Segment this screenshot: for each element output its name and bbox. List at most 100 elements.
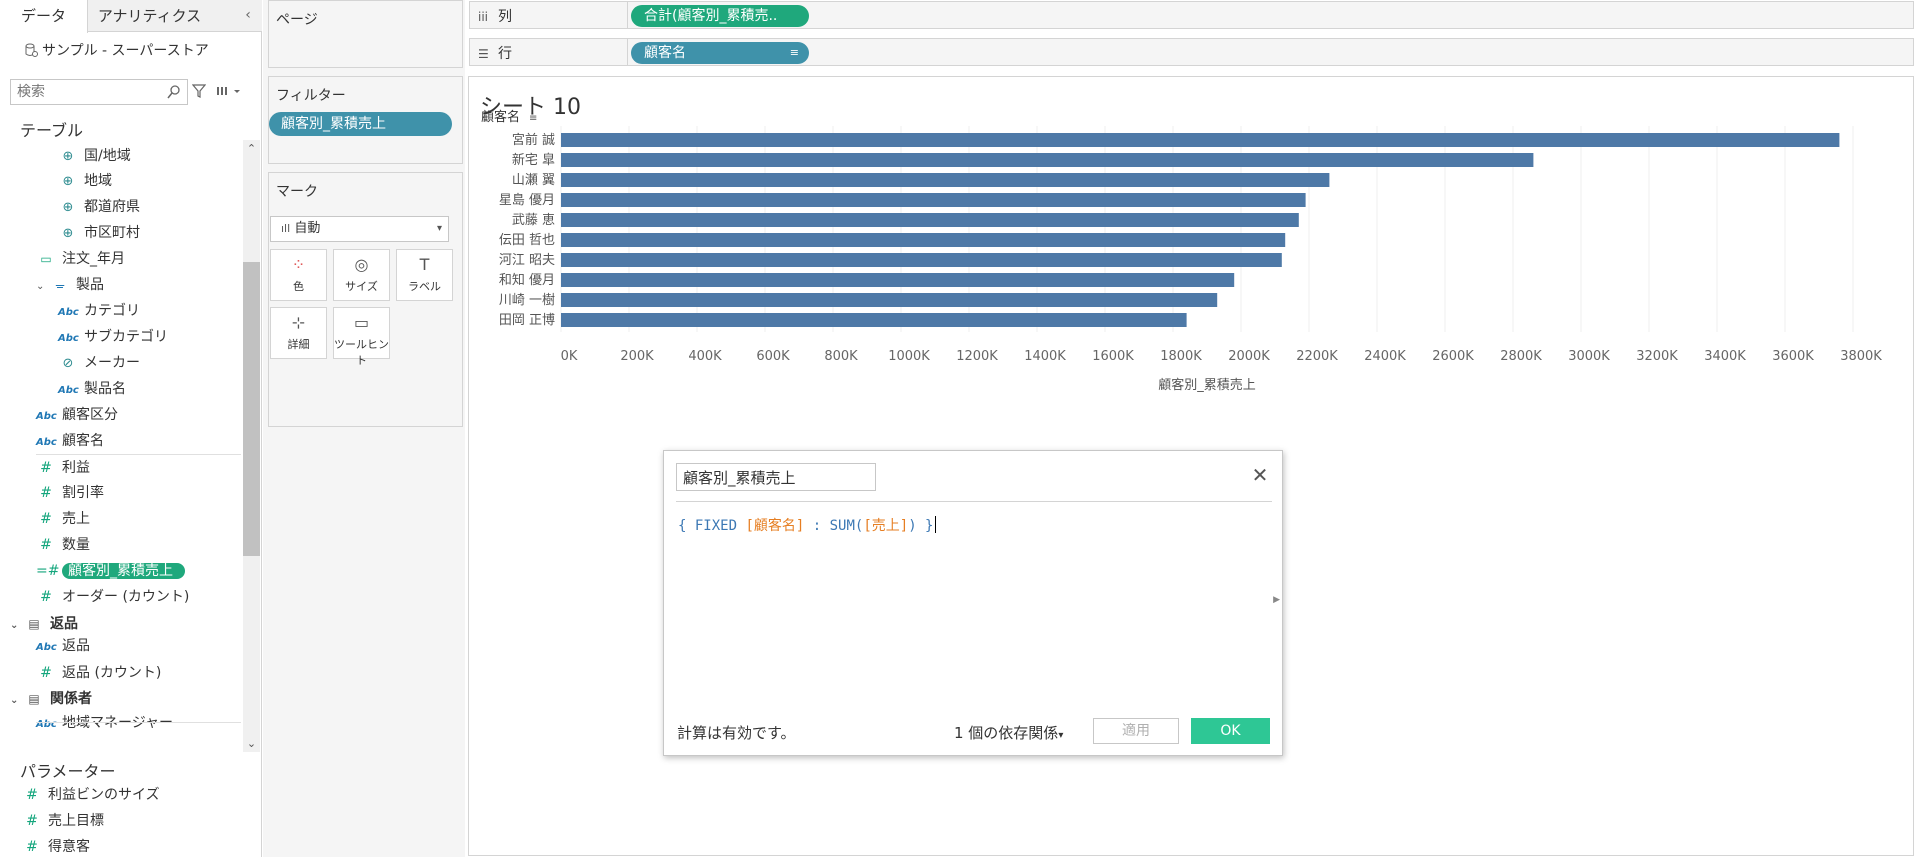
formula-editor[interactable]: { FIXED [顧客名] : SUM([売上]) } — [678, 515, 937, 535]
field-item[interactable]: Abc サブカテゴリ — [58, 325, 168, 349]
field-item[interactable]: ⊕ 国/地域 — [58, 144, 131, 168]
datasource-item[interactable]: サンプル - スーパーストア — [24, 40, 209, 60]
field-label: オーダー (カウント) — [62, 589, 190, 605]
field-item[interactable]: ⊕ 市区町村 — [58, 221, 140, 245]
field-label: 国/地域 — [84, 148, 131, 164]
expand-icon[interactable]: ⌄ — [10, 689, 24, 713]
field-item[interactable]: ⊕ 地域 — [58, 169, 112, 193]
field-item[interactable]: ⌄ ▤ 関係者 — [10, 687, 92, 711]
filter-pill[interactable]: 顧客別_累積売上 — [269, 112, 452, 136]
pages-card[interactable]: ページ — [268, 0, 463, 68]
view-options-icon[interactable] — [216, 84, 244, 98]
mark-button-4[interactable]: ⊹ 詳細 — [270, 307, 327, 359]
mark-type-select[interactable]: ıll 自動 ▾ — [270, 216, 449, 242]
data-pane: データ アナリティクス ‹ サンプル - スーパーストア テーブル ⊕国/地域⊕… — [0, 0, 262, 857]
x-tick-label: 3200K — [1636, 349, 1678, 364]
pane-tabs: データ アナリティクス ‹ — [0, 0, 262, 33]
string-icon: Abc — [58, 333, 79, 344]
field-item[interactable]: ⊘ メーカー — [58, 351, 140, 375]
search-box[interactable] — [10, 79, 188, 105]
filter-icon[interactable] — [192, 84, 206, 98]
mark-button-2[interactable]: ◎ サイズ — [333, 249, 390, 301]
field-list: ⊕ 国/地域 ⊕ 地域 ⊕ 都道府県 ⊕ 市区町村 ▭ 注文_年月 ⌄ ᚚ 製品 Abc カテゴリ Abc サブ… — [0, 140, 262, 752]
chevron-down-icon: ▾ — [436, 223, 442, 234]
x-tick-label: 2800K — [1500, 349, 1542, 364]
rows-shelf-label: ☰ 行 — [478, 43, 512, 63]
apply-button[interactable]: 適用 — [1093, 718, 1179, 744]
field-item[interactable]: # 売上 — [36, 507, 90, 531]
tab-analytics[interactable]: アナリティクス — [92, 0, 207, 32]
x-tick-label: 1800K — [1160, 349, 1202, 364]
parameter-item[interactable]: # 利益ビンのサイズ — [22, 783, 159, 807]
bar — [561, 213, 1299, 227]
mark-button-label: 色 — [293, 280, 304, 293]
mark-button-1[interactable]: ⁘ 色 — [270, 249, 327, 301]
rows-shelf[interactable]: ☰ 行 顧客名 ≡ — [469, 38, 1914, 66]
table-icon: ▤ — [28, 617, 40, 631]
sort-descending-icon[interactable]: ≡ — [790, 42, 799, 64]
category-label: 和知 優月 — [499, 272, 555, 288]
field-item[interactable]: Abc 返品 — [36, 634, 90, 658]
close-icon[interactable]: ✕ — [1250, 465, 1270, 485]
x-tick-label: 1000K — [888, 349, 930, 364]
scroll-up-icon[interactable]: ⌃ — [243, 140, 260, 157]
field-item[interactable]: # 割引率 — [36, 481, 104, 505]
parameter-item[interactable]: # 得意客 — [22, 835, 90, 857]
field-item[interactable]: Abc 地域マネージャー — [36, 711, 173, 735]
mark-button-3[interactable]: T ラベル — [396, 249, 453, 301]
mark-button-label: 詳細 — [287, 338, 310, 351]
string-icon: Abc — [58, 307, 79, 318]
field-list-scrollbar[interactable]: ⌃ ⌄ — [243, 140, 260, 752]
category-label: 新宅 皐 — [512, 152, 555, 168]
x-tick-label: 1200K — [956, 349, 998, 364]
columns-shelf-label: iii 列 — [478, 6, 512, 26]
field-item[interactable]: Abc カテゴリ — [58, 299, 140, 323]
field-separator — [36, 722, 241, 723]
formula-field-customer: [顧客名] — [745, 518, 805, 534]
expand-icon[interactable]: ⌄ — [10, 614, 24, 638]
field-item[interactable]: # 返品 (カウント) — [36, 661, 161, 685]
formula-keyword-fixed: FIXED — [694, 518, 738, 534]
label-icon: T — [419, 255, 430, 274]
bar — [561, 233, 1286, 247]
globe-icon: ⊕ — [62, 174, 74, 189]
columns-shelf[interactable]: iii 列 合計(顧客別_累積売.. — [469, 1, 1914, 29]
field-item[interactable]: Abc 顧客名 — [36, 429, 104, 453]
parameter-item[interactable]: # 売上目標 — [22, 809, 104, 833]
columns-pill[interactable]: 合計(顧客別_累積売.. — [631, 5, 809, 27]
expand-functions-icon[interactable]: ▶ — [1273, 595, 1280, 605]
text-cursor — [935, 516, 937, 533]
string-icon: Abc — [58, 385, 79, 396]
field-item[interactable]: Abc 顧客区分 — [36, 403, 118, 427]
field-item[interactable]: =# 顧客別_累積売上 — [36, 559, 185, 583]
bar — [561, 273, 1235, 287]
tab-data[interactable]: データ — [0, 0, 88, 33]
field-item[interactable]: ⊕ 都道府県 — [58, 195, 140, 219]
field-item[interactable]: ⌄ ᚚ 製品 — [36, 273, 104, 297]
search-input[interactable] — [11, 80, 161, 104]
x-tick-label: 200K — [620, 349, 654, 364]
rows-pill[interactable]: 顧客名 ≡ — [631, 42, 809, 64]
field-item[interactable]: # オーダー (カウント) — [36, 585, 189, 609]
field-label: 返品 — [50, 616, 78, 632]
scrollbar-thumb[interactable] — [243, 262, 260, 556]
search-icon[interactable] — [167, 84, 181, 100]
expand-icon[interactable]: ⌄ — [36, 275, 50, 299]
collapse-pane-icon[interactable]: ‹ — [240, 6, 256, 24]
bar — [561, 253, 1282, 267]
ok-button[interactable]: OK — [1191, 718, 1270, 744]
scroll-down-icon[interactable]: ⌄ — [243, 735, 260, 752]
field-item[interactable]: Abc 製品名 — [58, 377, 126, 401]
field-item[interactable]: # 数量 — [36, 533, 90, 557]
field-item[interactable]: ⌄ ▤ 返品 — [10, 612, 78, 636]
x-tick-label: 0K — [561, 349, 578, 364]
calculation-name-input[interactable] — [676, 463, 876, 491]
field-item[interactable]: ▭ 注文_年月 — [36, 247, 125, 271]
field-item[interactable]: # 利益 — [36, 456, 90, 480]
mark-button-5[interactable]: ▭ ツールヒント — [333, 307, 390, 367]
number-icon: # — [26, 813, 38, 829]
field-label: カテゴリ — [84, 303, 140, 319]
formula-keyword-sum: SUM( — [829, 518, 864, 534]
bar-chart-icon: ıll — [281, 222, 291, 235]
dependencies-dropdown[interactable]: 1 個の依存関係▾ — [954, 722, 1063, 743]
